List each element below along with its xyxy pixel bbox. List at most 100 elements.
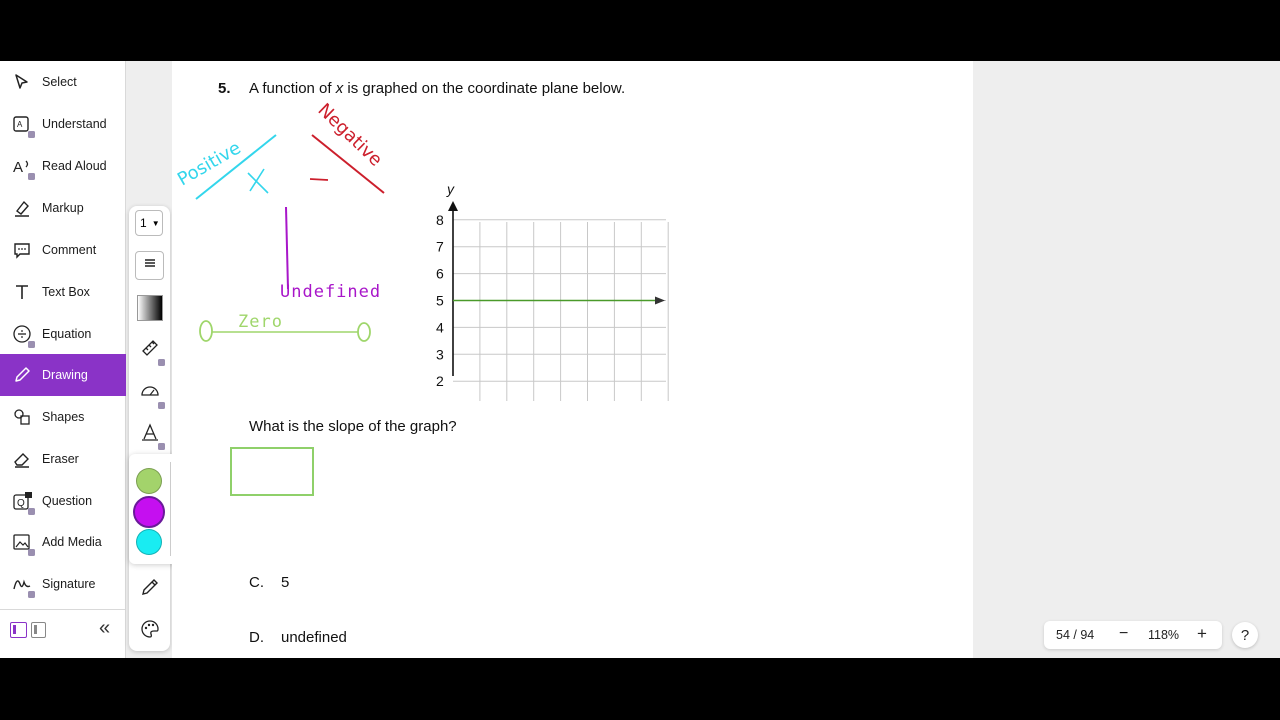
tool-text-box[interactable]: Text Box <box>0 271 126 313</box>
tool-read-aloud[interactable]: A Read Aloud <box>0 145 126 187</box>
tool-understand[interactable]: A Understand <box>0 103 126 145</box>
double-page-view-icon[interactable] <box>31 622 46 638</box>
ruler-button[interactable] <box>135 336 165 366</box>
tool-label: Drawing <box>42 368 88 382</box>
protractor-button[interactable] <box>135 379 165 409</box>
document-page: 5. A function of x is graphed on the coo… <box>172 61 973 658</box>
positive-label: Positive <box>174 137 245 190</box>
palette-icon <box>140 619 160 644</box>
color-swatch[interactable] <box>136 529 162 555</box>
undefined-annotation[interactable]: Undefined <box>280 206 381 302</box>
negative-label: Negative <box>314 101 387 171</box>
line-style-button[interactable] <box>135 251 164 280</box>
tool-equation[interactable]: Equation <box>0 313 126 355</box>
question-icon: Q <box>11 490 35 515</box>
function-line-arrow <box>655 296 665 305</box>
tool-label: Markup <box>42 201 84 215</box>
palette-divider <box>170 462 171 556</box>
help-icon: ? <box>1240 626 1250 644</box>
add-media-icon <box>11 531 35 556</box>
option-letter: D. <box>249 629 264 646</box>
y-tick-label: 4 <box>436 319 444 335</box>
y-tick-label: 2 <box>436 373 444 389</box>
tool-sidebar: Select A Understand A Read Aloud Markup … <box>0 61 126 658</box>
tool-question[interactable]: Q Question <box>0 480 126 522</box>
answer-input-box[interactable] <box>230 447 314 496</box>
tool-markup[interactable]: Markup <box>0 187 126 229</box>
positive-annotation[interactable]: Positive <box>174 134 277 200</box>
comment-icon <box>11 239 33 261</box>
eyedropper-button[interactable] <box>135 575 164 604</box>
eyedropper-icon <box>140 577 160 602</box>
tool-eraser[interactable]: Eraser <box>0 438 126 480</box>
y-tick-label: 3 <box>436 346 444 362</box>
tool-drawing[interactable]: Drawing <box>0 354 126 396</box>
eraser-icon <box>11 448 33 470</box>
menu-lines-icon <box>140 253 160 278</box>
tool-label: Select <box>42 75 77 89</box>
read-aloud-icon: A <box>11 155 35 180</box>
help-button[interactable]: ? <box>1232 622 1258 648</box>
color-picker-button[interactable] <box>135 617 164 646</box>
zoom-in-button[interactable]: + <box>1197 624 1207 644</box>
svg-text:Q: Q <box>17 498 25 509</box>
option-text: 5 <box>281 574 290 591</box>
question-stem: A function of x is graphed on the coordi… <box>249 80 625 97</box>
shapes-icon <box>11 406 33 428</box>
color-swatch[interactable] <box>136 468 162 494</box>
zero-annotation[interactable]: Zero <box>199 312 371 342</box>
stroke-width-select[interactable]: 1 ▼ <box>135 210 163 236</box>
undefined-label: Undefined <box>280 282 381 302</box>
page-indicator[interactable]: 54 / 94 <box>1056 628 1094 642</box>
text-icon <box>11 281 33 303</box>
text-a-icon <box>140 422 165 450</box>
zoom-level: 118% <box>1148 628 1180 642</box>
opacity-button[interactable] <box>135 293 164 322</box>
y-tick-label: 1 <box>436 400 444 401</box>
tool-label: Understand <box>42 117 107 131</box>
stem-part: is graphed on the coordinate plane below… <box>343 80 626 97</box>
tool-label: Equation <box>42 327 92 341</box>
stroke-width-value: 1 <box>140 216 147 230</box>
zoom-out-button[interactable]: − <box>1119 625 1128 643</box>
understand-icon: A <box>11 113 35 138</box>
caret-down-icon: ▼ <box>151 218 160 228</box>
zero-label: Zero <box>238 312 283 332</box>
tool-label: Signature <box>42 577 96 591</box>
tool-label: Read Aloud <box>42 159 107 173</box>
option-text: undefined <box>281 629 347 646</box>
tool-select[interactable]: Select <box>0 61 126 103</box>
y-tick-label: 7 <box>436 239 444 255</box>
tool-label: Eraser <box>42 452 79 466</box>
coordinate-graph: y x 0 12345678 12345678 <box>436 181 669 401</box>
drawing-toolbar: 1 ▼ <box>129 206 170 651</box>
gradient-icon <box>136 294 163 321</box>
y-tick-label: 6 <box>436 266 444 282</box>
sidebar-footer: « <box>0 609 126 658</box>
option-letter: C. <box>249 574 264 591</box>
question-number: 5. <box>218 80 231 97</box>
tool-label: Comment <box>42 243 97 257</box>
svg-text:A: A <box>13 159 23 176</box>
page-zoom-controls: 54 / 94 − 118% + <box>1044 621 1222 649</box>
svg-text:A: A <box>17 120 23 129</box>
tool-shapes[interactable]: Shapes <box>0 396 126 438</box>
ruler-icon <box>140 338 165 366</box>
signature-icon <box>11 573 35 598</box>
double-chevron-left-icon[interactable]: « <box>99 618 110 638</box>
tool-add-media[interactable]: Add Media <box>0 521 126 563</box>
tool-label: Shapes <box>42 410 85 424</box>
single-page-view-icon[interactable] <box>10 622 27 638</box>
protractor-icon <box>140 381 165 409</box>
tool-comment[interactable]: Comment <box>0 229 126 271</box>
y-axis-arrow <box>448 201 458 211</box>
negative-annotation[interactable]: Negative <box>309 101 387 194</box>
divide-icon <box>11 323 35 348</box>
text-style-button[interactable] <box>135 420 165 450</box>
tool-signature[interactable]: Signature <box>0 563 126 605</box>
color-swatch[interactable] <box>133 496 165 528</box>
graph-grid <box>453 219 669 401</box>
tool-label: Question <box>42 494 93 508</box>
page-drawing-layer: Positive Negative Undefined Zero y 23456… <box>174 101 669 401</box>
y-axis-label: y <box>446 181 455 197</box>
